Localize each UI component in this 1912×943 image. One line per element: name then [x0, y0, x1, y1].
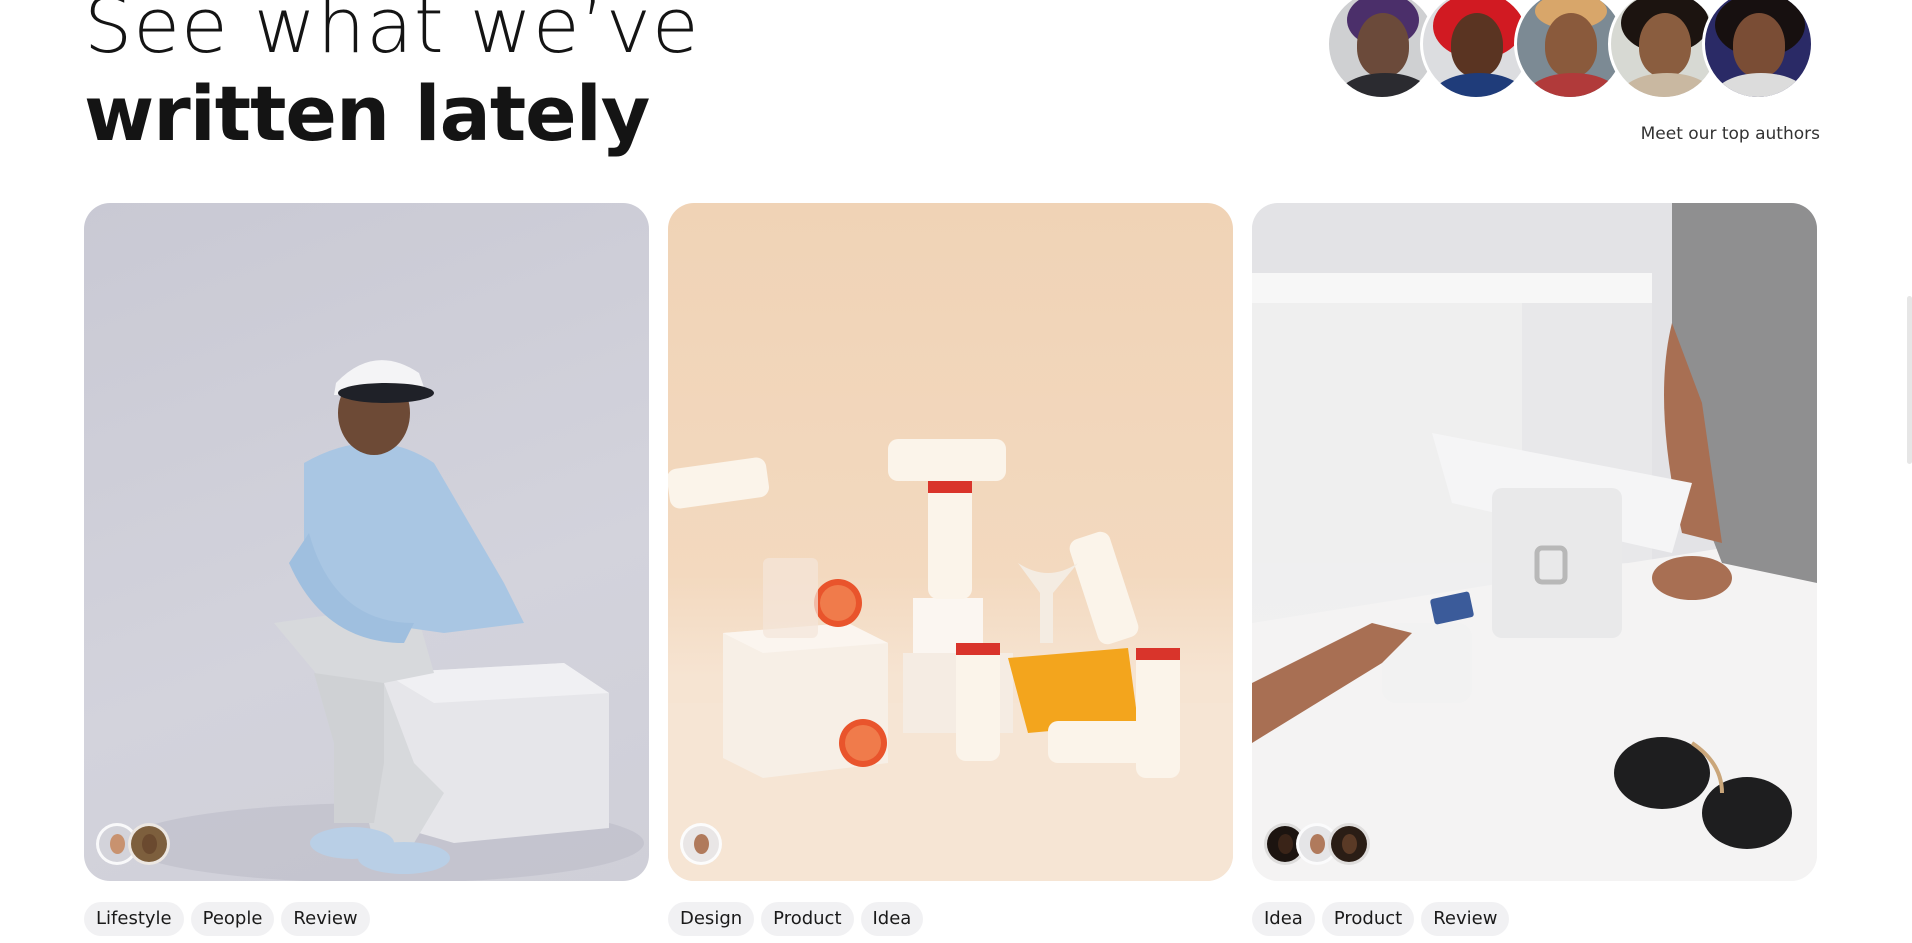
- article-image-product-cans: [668, 439, 1233, 881]
- card-author-avatar[interactable]: [128, 823, 170, 865]
- tag-review[interactable]: Review: [281, 902, 370, 936]
- article-image-seated-man: [124, 360, 644, 881]
- author-avatar-5[interactable]: [1702, 0, 1814, 100]
- tag-idea[interactable]: Idea: [860, 902, 924, 936]
- tag-idea[interactable]: Idea: [1252, 902, 1315, 936]
- card-author-avatar[interactable]: [680, 823, 722, 865]
- card-tags: Lifestyle People Review: [84, 902, 370, 936]
- article-card-lifestyle[interactable]: [84, 203, 649, 881]
- page-scrollbar[interactable]: [1907, 296, 1912, 464]
- tag-design[interactable]: Design: [668, 902, 755, 936]
- article-card-idea[interactable]: [1252, 203, 1817, 881]
- tag-product[interactable]: Product: [1321, 902, 1415, 936]
- article-image-card-payment: [1252, 203, 1817, 881]
- tag-review[interactable]: Review: [1421, 902, 1510, 936]
- tag-product[interactable]: Product: [761, 902, 854, 936]
- card-author-avatar[interactable]: [1328, 823, 1370, 865]
- card-authors: [680, 823, 722, 867]
- heading-bold-line: written lately: [84, 69, 650, 158]
- card-tags: Idea Product Review: [1252, 902, 1510, 936]
- card-authors: [1264, 823, 1370, 867]
- heading-light-line: See what we’ve: [84, 0, 700, 70]
- article-card-design[interactable]: [668, 203, 1233, 881]
- card-authors: [96, 823, 170, 867]
- top-authors: Meet our top authors: [1320, 0, 1820, 144]
- tag-people[interactable]: People: [190, 902, 275, 936]
- top-authors-label[interactable]: Meet our top authors: [1641, 124, 1820, 144]
- section-heading: See what we’ve written lately: [84, 0, 984, 158]
- card-tags: Design Product Idea: [668, 902, 924, 936]
- tag-lifestyle[interactable]: Lifestyle: [84, 902, 184, 936]
